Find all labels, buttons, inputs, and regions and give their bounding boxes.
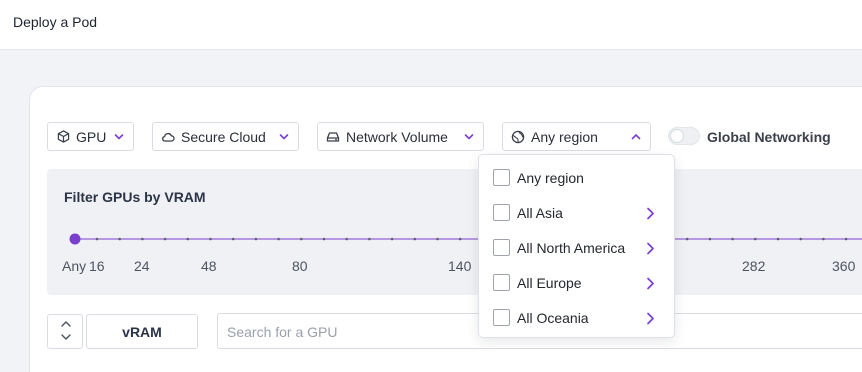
region-option-europe[interactable]: All Europe [479, 268, 674, 298]
slider-thumb[interactable] [69, 233, 81, 245]
gpu-search-input[interactable] [227, 322, 477, 342]
cube-icon [56, 130, 70, 144]
top-bar: Deploy a Pod [0, 0, 862, 50]
vram-tick-label: 140 [448, 258, 472, 274]
chevron-down-icon [464, 134, 474, 140]
slider-step-dot [300, 237, 303, 241]
chevron-right-icon[interactable] [646, 207, 655, 220]
region-checkbox[interactable] [493, 204, 510, 221]
region-option-label: All Oceania [517, 310, 589, 326]
global-networking-label: Global Networking [707, 129, 831, 145]
vram-tick-label: 24 [134, 258, 150, 274]
toggle-knob [670, 129, 684, 143]
network-volume-label: Network Volume [346, 128, 448, 145]
slider-step-dot [436, 237, 439, 241]
slider-step-dot [413, 237, 417, 241]
vram-tick-label: 48 [201, 258, 217, 274]
chevron-down-icon [279, 134, 289, 140]
region-option-oceania[interactable]: All Oceania [479, 303, 674, 333]
slider-step-dot [345, 237, 349, 241]
slider-step-dot [141, 237, 144, 241]
slider-step-dot [390, 237, 394, 241]
region-option-label: All North America [517, 240, 626, 256]
sort-column-button[interactable]: vRAM [86, 314, 198, 349]
vram-tick-label: 282 [742, 258, 766, 274]
drive-icon [326, 130, 340, 144]
vram-filter-title: Filter GPUs by VRAM [64, 189, 206, 205]
gpu-type-select[interactable]: GPU [47, 122, 134, 151]
slider-step-dot [95, 237, 99, 241]
chevron-right-icon[interactable] [646, 277, 655, 290]
slider-step-dot [118, 237, 121, 241]
slider-step-dot [186, 237, 190, 241]
slider-step-dot [754, 237, 757, 241]
page-title: Deploy a Pod [13, 14, 98, 30]
region-option-any[interactable]: Any region [479, 163, 674, 193]
vram-tick-label: 16 [89, 258, 105, 274]
slider-step-dot [799, 237, 802, 241]
sort-direction-button[interactable] [47, 314, 83, 349]
region-option-label: All Europe [517, 275, 582, 291]
globe-icon [511, 130, 525, 144]
slider-step-dot [254, 237, 258, 241]
slider-step-dot [209, 237, 212, 241]
slider-step-dot [776, 237, 780, 241]
region-select[interactable]: Any region [502, 122, 651, 151]
region-option-north-america[interactable]: All North America [479, 233, 674, 263]
slider-step-dot [231, 237, 235, 241]
chevron-down-icon [114, 134, 124, 140]
cloud-type-label: Secure Cloud [181, 128, 266, 145]
region-option-asia[interactable]: All Asia [479, 198, 674, 228]
network-volume-select[interactable]: Network Volume [317, 122, 484, 151]
sort-arrows-icon [61, 321, 71, 340]
chevron-right-icon[interactable] [646, 312, 655, 325]
slider-step-dot [277, 237, 280, 241]
slider-step-dot [844, 237, 848, 241]
cloud-icon [161, 130, 175, 144]
region-dropdown-menu: Any region All Asia All North America Al… [478, 154, 675, 338]
vram-tick-label: Any [62, 258, 87, 274]
vram-slider[interactable] [0, 228, 862, 250]
slider-step-dot [368, 237, 371, 241]
chevron-right-icon[interactable] [646, 242, 655, 255]
region-checkbox[interactable] [493, 169, 510, 186]
global-networking-toggle[interactable] [668, 127, 700, 145]
region-label: Any region [531, 128, 598, 145]
region-checkbox[interactable] [493, 309, 510, 326]
cloud-type-select[interactable]: Secure Cloud [152, 122, 299, 151]
region-checkbox[interactable] [493, 274, 510, 291]
vram-tick-label: 80 [292, 258, 308, 274]
slider-step-dot [822, 237, 825, 241]
slider-step-dot [458, 237, 462, 241]
vram-tick-label: 360 [832, 258, 856, 274]
gpu-type-label: GPU [76, 128, 107, 145]
slider-step-dot [685, 237, 689, 241]
slider-step-dot [731, 237, 734, 241]
region-option-label: All Asia [517, 205, 563, 221]
slider-step-dot [322, 237, 326, 241]
chevron-up-icon [631, 134, 641, 140]
region-option-label: Any region [517, 170, 584, 186]
slider-step-dot [163, 237, 167, 241]
region-checkbox[interactable] [493, 239, 510, 256]
slider-step-dot [708, 237, 712, 241]
